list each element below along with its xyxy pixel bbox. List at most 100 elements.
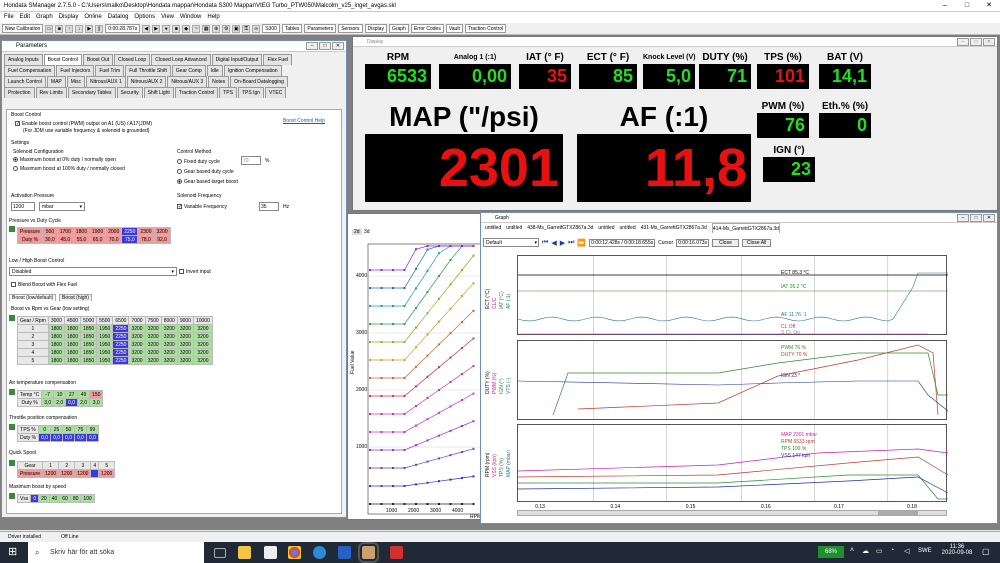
table-cell[interactable]: 2 xyxy=(58,461,76,470)
table-cell[interactable]: 1800 xyxy=(63,324,82,333)
toolbar-parameters[interactable]: Parameters xyxy=(304,24,337,33)
table-cell[interactable]: 3200 xyxy=(160,348,178,357)
table-cell[interactable]: 500 xyxy=(42,227,58,236)
table-cell[interactable]: 3200 xyxy=(144,348,162,357)
toolbar-display[interactable]: Display xyxy=(364,24,387,33)
language-indicator[interactable]: SWE xyxy=(918,548,932,554)
table-grid-icon[interactable] xyxy=(9,424,15,430)
table-cell[interactable]: 92,0 xyxy=(153,235,171,244)
table-cell[interactable]: 70,0 xyxy=(105,235,123,244)
solenoid-normally-open-radio[interactable]: Maximum boost at 0% duty / normally open xyxy=(13,157,116,163)
table-cell[interactable]: 1900 xyxy=(88,227,107,236)
volume-icon[interactable]: ◁ xyxy=(904,547,909,555)
table-cell[interactable]: 80 xyxy=(69,494,82,503)
settings-icon[interactable]: ⚙ xyxy=(222,24,231,33)
table-cell[interactable]: 0,0 xyxy=(73,433,87,442)
table-cell[interactable]: 3200 xyxy=(160,340,178,349)
table-cell[interactable]: 2250 xyxy=(121,227,139,236)
tab-map[interactable]: MAP xyxy=(46,76,66,87)
graph-icon[interactable]: ~ xyxy=(192,24,201,33)
display-maximize-button[interactable]: □ xyxy=(970,38,982,46)
acrobat-icon[interactable] xyxy=(390,546,403,559)
menu-window[interactable]: Window xyxy=(180,12,201,23)
table-cell[interactable]: 1800 xyxy=(47,324,65,333)
table-cell[interactable]: 1800 xyxy=(72,227,91,236)
table-cell[interactable]: 2250 xyxy=(112,356,130,365)
table-cell[interactable]: 3200 xyxy=(192,340,213,349)
tab-onboard-datalogging[interactable]: On-Board Datalogging xyxy=(230,76,288,87)
table-cell[interactable]: 1800 xyxy=(47,348,65,357)
menu-view[interactable]: View xyxy=(161,12,174,23)
mail-icon[interactable] xyxy=(338,546,351,559)
table-cell[interactable]: 1800 xyxy=(63,332,82,341)
table-cell[interactable]: 3,0 xyxy=(41,398,55,407)
upload-icon[interactable]: ↑ xyxy=(65,24,74,33)
marker-icon[interactable]: ◆ xyxy=(182,24,191,33)
toolbar-sensors[interactable]: Sensors xyxy=(338,24,363,33)
tab-notes[interactable]: Notes xyxy=(208,76,230,87)
table-cell[interactable]: 0,0 xyxy=(38,433,52,442)
table-cell[interactable]: 2000 xyxy=(105,227,123,236)
table-icon[interactable]: ▦ xyxy=(202,24,211,33)
stop-icon[interactable]: ■ xyxy=(172,24,181,33)
tab-flex-fuel[interactable]: Flex Fuel xyxy=(263,54,293,65)
table-cell[interactable]: 55,0 xyxy=(72,235,91,244)
fixed-duty-radio[interactable]: Fixed duty cycle xyxy=(177,159,220,165)
table-grid-icon[interactable] xyxy=(9,460,15,466)
table-cell[interactable]: 1800 xyxy=(63,340,82,349)
menu-display[interactable]: Display xyxy=(59,12,79,23)
table-cell[interactable]: 3200 xyxy=(160,332,178,341)
table-cell[interactable]: 3200 xyxy=(192,356,213,365)
table-cell[interactable]: 2250 xyxy=(112,348,130,357)
table-grid-icon[interactable] xyxy=(9,315,15,321)
blend-flex-checkbox[interactable]: Blend Boost with Flex Fuel xyxy=(11,282,77,288)
table-cell[interactable]: 99 xyxy=(85,425,99,434)
new-calibration-button[interactable]: New Calibration xyxy=(2,24,44,33)
table-cell[interactable]: 0 xyxy=(38,425,52,434)
pause-icon[interactable]: ∥ xyxy=(95,24,104,33)
tab-secondary-tables[interactable]: Secondary Tables xyxy=(67,87,116,98)
cloud-icon[interactable]: ☁ xyxy=(862,547,869,555)
table-cell[interactable]: 78,0 xyxy=(137,235,155,244)
params-close-button[interactable]: ✕ xyxy=(332,42,344,50)
tab-analog-inputs[interactable]: Analog Inputs xyxy=(4,54,43,65)
table-cell[interactable]: 2250 xyxy=(112,340,130,349)
tab-digital-io[interactable]: Digital Input/Output xyxy=(211,54,263,65)
table-cell[interactable]: 1700 xyxy=(56,227,74,236)
table-cell[interactable]: 0 xyxy=(30,494,40,503)
table-cell[interactable]: 3,0 xyxy=(89,398,104,407)
toolbar-tables[interactable]: Tables xyxy=(281,24,303,33)
tab-security[interactable]: Security xyxy=(116,87,143,98)
tab-full-throttle-shift[interactable]: Full Throttle Shift xyxy=(125,65,171,76)
table-cell[interactable]: 3200 xyxy=(144,324,162,333)
table-cell[interactable]: 27 xyxy=(65,390,79,399)
tab-fuel-injectors[interactable]: Fuel Injectors xyxy=(56,65,95,76)
step-forward-icon[interactable]: ▶ xyxy=(152,24,161,33)
notifications-icon[interactable]: ▢ xyxy=(982,547,990,556)
table-cell[interactable]: 2250 xyxy=(112,332,130,341)
table-cell[interactable]: 3200 xyxy=(153,227,171,236)
record-icon[interactable]: ● xyxy=(162,24,171,33)
battery-icon[interactable]: ▭ xyxy=(876,547,883,555)
table-cell[interactable]: 1950 xyxy=(96,348,114,357)
toolbar-s300[interactable]: S300 xyxy=(262,24,280,33)
chevron-up-icon[interactable]: ˄ xyxy=(850,547,854,554)
tab-tps-ign[interactable]: TPS Ign xyxy=(237,87,265,98)
table-grid-icon[interactable] xyxy=(9,493,15,499)
table-cell[interactable]: 3200 xyxy=(128,332,146,341)
tab-vtec[interactable]: VTEC xyxy=(265,87,287,98)
table-cell[interactable]: 5 xyxy=(98,461,116,470)
pressure-unit-select[interactable]: mbar ▾ xyxy=(39,202,85,211)
chip-icon[interactable]: ▣ xyxy=(232,24,241,33)
gear-duty-radio[interactable]: Gear based duty cycle xyxy=(177,169,234,175)
save-icon[interactable]: ■ xyxy=(55,24,64,33)
frequency-input[interactable] xyxy=(259,202,279,211)
table-cell[interactable]: 3200 xyxy=(128,340,146,349)
tab-nitrous-2[interactable]: Nitrous/AUX 2 xyxy=(126,76,167,87)
tab-idle[interactable]: Idle xyxy=(206,65,223,76)
tab-launch-control[interactable]: Launch Control xyxy=(4,76,46,87)
tab-fuel-trim[interactable]: Fuel Trim xyxy=(95,65,125,76)
tab-fuel-compensation[interactable]: Fuel Compensation xyxy=(4,65,56,76)
invert-input-checkbox[interactable]: Invert input xyxy=(179,269,211,275)
battery-indicator[interactable]: 68% xyxy=(818,546,844,558)
